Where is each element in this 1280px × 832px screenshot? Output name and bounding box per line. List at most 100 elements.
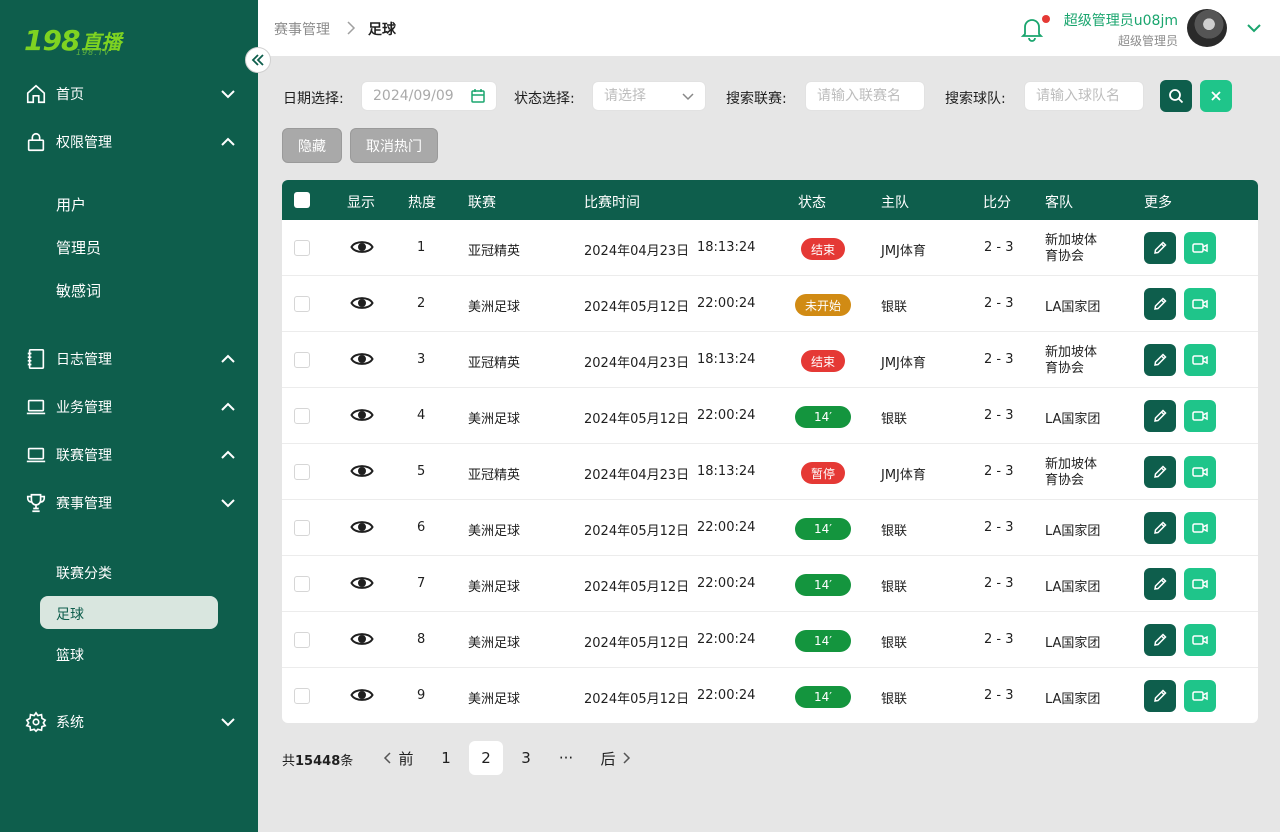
heat-cell: 6	[417, 520, 426, 535]
row-checkbox[interactable]	[294, 688, 310, 704]
eye-icon[interactable]	[350, 237, 374, 261]
lock-icon	[24, 130, 48, 154]
video-icon	[1192, 689, 1208, 703]
heat-cell: 7	[417, 576, 426, 591]
status-badge: 14′	[795, 574, 851, 596]
row-checkbox[interactable]	[294, 296, 310, 312]
user-role: 超级管理员	[1117, 34, 1178, 48]
team-search-label: 搜索球队:	[945, 91, 1006, 107]
video-button[interactable]	[1184, 456, 1216, 488]
breadcrumb-item[interactable]: 赛事管理	[274, 19, 330, 39]
heat-cell: 5	[417, 464, 426, 479]
bell-icon[interactable]	[1020, 16, 1044, 42]
eye-icon[interactable]	[350, 461, 374, 485]
eye-icon[interactable]	[350, 629, 374, 653]
row-checkbox[interactable]	[294, 520, 310, 536]
select-all-checkbox[interactable]	[294, 192, 310, 208]
page-ellipsis[interactable]: ···	[550, 741, 582, 775]
match-time-cell: 18:13:24	[697, 464, 756, 479]
page-button[interactable]: 1	[430, 741, 462, 775]
video-button[interactable]	[1184, 288, 1216, 320]
prev-page-button[interactable]: 前	[378, 741, 418, 775]
sidebar-collapse-button[interactable]	[245, 47, 271, 73]
sidebar-subitem-football[interactable]: 足球	[40, 596, 218, 629]
column-header: 比赛时间	[584, 195, 640, 211]
home-team-cell: 银联	[881, 300, 908, 315]
page-button-current[interactable]: 2	[469, 741, 503, 775]
score-cell: 2 - 3	[984, 408, 1014, 423]
gear-icon	[24, 710, 48, 734]
sidebar-subitem-league-category[interactable]: 联赛分类	[56, 563, 112, 583]
clear-button[interactable]	[1200, 80, 1232, 112]
match-date-cell: 2024年05月12日	[584, 412, 690, 427]
avatar[interactable]	[1187, 9, 1227, 47]
video-button[interactable]	[1184, 568, 1216, 600]
sidebar-subitem-basketball[interactable]: 篮球	[56, 645, 84, 665]
eye-icon[interactable]	[350, 685, 374, 709]
sidebar-item-logs[interactable]: 日志管理	[24, 344, 238, 374]
pencil-icon	[1152, 632, 1168, 648]
edit-button[interactable]	[1144, 680, 1176, 712]
edit-button[interactable]	[1144, 344, 1176, 376]
chevron-down-icon[interactable]	[1244, 18, 1264, 38]
score-cell: 2 - 3	[984, 576, 1014, 591]
eye-icon[interactable]	[350, 349, 374, 373]
column-header: 比分	[983, 195, 1011, 211]
sidebar-item-matches[interactable]: 赛事管理	[24, 488, 238, 518]
team-search-input[interactable]: 请输入球队名	[1024, 81, 1144, 111]
search-button[interactable]	[1160, 80, 1192, 112]
sidebar-item-system[interactable]: 系统	[24, 707, 238, 737]
score-cell: 2 - 3	[984, 464, 1014, 479]
page-button[interactable]: 3	[510, 741, 542, 775]
eye-icon[interactable]	[350, 517, 374, 541]
hide-button[interactable]: 隐藏	[282, 128, 342, 163]
eye-icon[interactable]	[350, 293, 374, 317]
row-checkbox[interactable]	[294, 632, 310, 648]
eye-icon[interactable]	[350, 573, 374, 597]
edit-button[interactable]	[1144, 624, 1176, 656]
eye-icon[interactable]	[350, 405, 374, 429]
video-button[interactable]	[1184, 624, 1216, 656]
away-team-line: 新加坡体	[1045, 233, 1098, 248]
status-badge: 14′	[795, 686, 851, 708]
edit-button[interactable]	[1144, 512, 1176, 544]
video-button[interactable]	[1184, 512, 1216, 544]
table-row: 2 美洲足球 2024年05月12日 22:00:24 未开始 银联 2 - 3 LA国家团	[282, 276, 1258, 332]
match-time-cell: 22:00:24	[697, 632, 756, 647]
video-button[interactable]	[1184, 232, 1216, 264]
next-page-button[interactable]: 后	[596, 741, 636, 775]
table-row: 6 美洲足球 2024年05月12日 22:00:24 14′ 银联 2 - 3 LA国家团	[282, 500, 1258, 556]
row-checkbox[interactable]	[294, 576, 310, 592]
edit-button[interactable]	[1144, 232, 1176, 264]
chevron-down-icon	[682, 93, 694, 101]
row-checkbox[interactable]	[294, 352, 310, 368]
video-icon	[1192, 577, 1208, 591]
status-select[interactable]: 请选择	[592, 81, 706, 111]
heat-cell: 8	[417, 632, 426, 647]
sidebar-item-home[interactable]: 首页	[24, 79, 238, 109]
video-button[interactable]	[1184, 400, 1216, 432]
sidebar-item-permissions[interactable]: 权限管理	[24, 127, 238, 157]
pencil-icon	[1152, 520, 1168, 536]
edit-button[interactable]	[1144, 400, 1176, 432]
pencil-icon	[1152, 352, 1168, 368]
row-checkbox[interactable]	[294, 240, 310, 256]
video-button[interactable]	[1184, 344, 1216, 376]
edit-button[interactable]	[1144, 568, 1176, 600]
away-team-line: 育协会	[1045, 249, 1085, 264]
score-cell: 2 - 3	[984, 688, 1014, 703]
chevron-up-icon	[221, 450, 235, 459]
row-checkbox[interactable]	[294, 408, 310, 424]
sidebar-subitem-users[interactable]: 用户	[56, 194, 86, 215]
edit-button[interactable]	[1144, 456, 1176, 488]
sidebar-item-business[interactable]: 业务管理	[24, 392, 238, 422]
video-button[interactable]	[1184, 680, 1216, 712]
league-search-input[interactable]: 请输入联赛名	[805, 81, 925, 111]
row-checkbox[interactable]	[294, 464, 310, 480]
edit-button[interactable]	[1144, 288, 1176, 320]
date-picker-input[interactable]: 2024/09/09	[361, 81, 497, 111]
sidebar-subitem-admins[interactable]: 管理员	[56, 237, 101, 258]
sidebar-item-leagues[interactable]: 联赛管理	[24, 440, 238, 470]
sidebar-subitem-sensitive-words[interactable]: 敏感词	[56, 280, 101, 301]
cancel-hot-button[interactable]: 取消热门	[350, 128, 438, 163]
